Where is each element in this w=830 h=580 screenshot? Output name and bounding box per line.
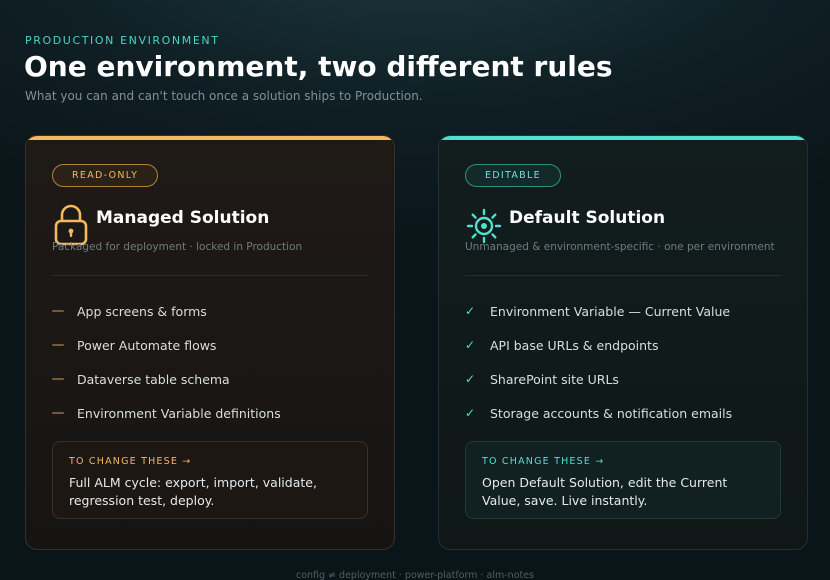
list-item: App screens & forms xyxy=(52,294,372,328)
footer-note: config ≠ deployment · power-platform · a… xyxy=(295,570,535,580)
dash-icon xyxy=(52,310,77,312)
default-change-label: TO CHANGE THESE → xyxy=(482,456,605,467)
list-item: Dataverse table schema xyxy=(52,362,372,396)
managed-item-list: App screens & forms Power Automate flows… xyxy=(52,294,372,430)
default-item-list: ✓ Environment Variable — Current Value ✓ A… xyxy=(465,294,785,430)
list-item: ✓ Environment Variable — Current Value xyxy=(465,303,731,319)
default-change-box: TO CHANGE THESE → Open Default Solution,… xyxy=(465,441,781,519)
managed-change-text: Full ALM cycle: export, import, validate… xyxy=(69,475,317,508)
list-item: Environment Variable definitions xyxy=(52,396,372,430)
lock-icon xyxy=(54,204,88,246)
managed-accent-bar xyxy=(26,136,394,140)
managed-change-label: TO CHANGE THESE → xyxy=(69,456,192,467)
default-solution-card: EDITABLE Default Solution Unmanaged & en… xyxy=(438,135,808,550)
managed-solution-card: READ-ONLY Managed Solution Packaged for … xyxy=(25,135,395,550)
check-icon: ✓ xyxy=(465,338,476,352)
managed-title: Managed Solution xyxy=(96,208,270,228)
default-subtitle: Unmanaged & environment-specific · one p… xyxy=(465,241,775,253)
check-icon: ✓ xyxy=(465,406,476,420)
managed-divider xyxy=(52,275,368,276)
page-subtitle: What you can and can't touch once a solu… xyxy=(25,89,423,103)
page-title: One environment, two different rules xyxy=(24,50,613,83)
list-item: ✓ API base URLs & endpoints xyxy=(465,337,659,353)
page: PRODUCTION ENVIRONMENT One environment, … xyxy=(0,0,830,580)
list-item: ✓ Storage accounts & notification emails xyxy=(465,405,733,421)
default-change-text: Open Default Solution, edit the Current … xyxy=(482,475,728,508)
list-item: Power Automate flows xyxy=(52,328,372,362)
dash-icon xyxy=(52,344,77,346)
managed-change-box: TO CHANGE THESE → Full ALM cycle: export… xyxy=(52,441,368,519)
gear-icon xyxy=(466,208,502,244)
check-icon: ✓ xyxy=(465,304,476,318)
check-icon: ✓ xyxy=(465,372,476,386)
default-accent-bar xyxy=(439,136,807,140)
dash-icon xyxy=(52,378,77,380)
read-only-badge: READ-ONLY xyxy=(52,164,159,187)
managed-subtitle: Packaged for deployment · locked in Prod… xyxy=(52,241,303,253)
default-divider xyxy=(465,275,781,276)
dash-icon xyxy=(52,412,77,414)
default-title: Default Solution xyxy=(509,208,666,228)
eyebrow-label: PRODUCTION ENVIRONMENT xyxy=(25,34,220,47)
list-item: ✓ SharePoint site URLs xyxy=(465,371,619,387)
editable-badge: EDITABLE xyxy=(465,164,561,187)
